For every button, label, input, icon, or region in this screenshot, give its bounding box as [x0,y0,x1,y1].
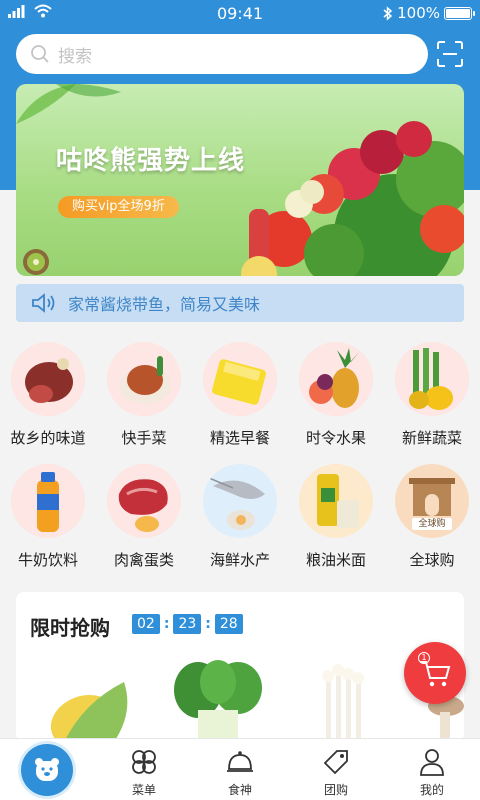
oil-rice-icon [299,464,373,538]
ham-icon [11,342,85,416]
flash-sale-title: 限时抢购 [30,616,110,640]
category-grain-oil[interactable]: 粮油米面 [288,464,384,570]
speaker-icon [32,293,55,313]
timer-hours: 02 [132,614,160,634]
braised-dish-icon [107,342,181,416]
category-hometown[interactable]: 故乡的味道 [0,342,96,448]
notice-text: 家常酱烧带鱼，简易又美味 [68,295,261,314]
category-label: 新鲜蔬菜 [401,429,462,447]
search-input[interactable]: 搜索 [16,34,428,74]
search-icon [31,45,49,63]
tab-menu[interactable]: 菜单 [96,739,192,800]
promo-banner[interactable]: 咕咚熊强势上线 购买vip全场9折 [16,84,464,276]
category-label: 故乡的味道 [10,429,86,447]
countdown-timer: 02 : 23 : 28 [132,614,243,634]
tab-label: 食神 [227,783,252,797]
category-quick-dishes[interactable]: 快手菜 [96,342,192,448]
category-label: 海鲜水产 [209,551,270,569]
category-label: 快手菜 [121,429,167,447]
leaf-decoration-icon [16,84,121,124]
timer-seconds: 28 [214,614,243,634]
scan-icon[interactable] [436,40,464,68]
vegetables-illustration [241,121,464,276]
cart-count-badge: 1 [418,652,430,664]
category-label: 肉禽蛋类 [113,551,174,569]
home-bear-button[interactable] [21,744,73,796]
tab-profile[interactable]: 我的 [384,739,480,800]
user-icon [420,749,444,776]
bluetooth-icon [383,5,393,21]
category-seasonal-fruit[interactable]: 时令水果 [288,342,384,448]
kiwi-icon [23,249,49,275]
mushroom-product-image[interactable] [296,658,396,742]
meat-icon [107,464,181,538]
cloche-icon [227,751,253,772]
tab-group-buy[interactable]: 团购 [288,739,384,800]
drink-bottle-icon [11,464,85,538]
category-label: 精选早餐 [209,429,270,447]
category-fresh-vegetables[interactable]: 新鲜蔬菜 [384,342,480,448]
arch-landmark-icon: 全球购 [395,464,469,538]
category-meat-eggs[interactable]: 肉禽蛋类 [96,464,192,570]
tab-label: 菜单 [131,783,156,797]
category-seafood[interactable]: 海鲜水产 [192,464,288,570]
global-shopping-badge: 全球购 [412,518,452,530]
timer-separator: : [163,616,170,632]
category-milk-drinks[interactable]: 牛奶饮料 [0,464,96,570]
tab-chef[interactable]: 食神 [192,739,288,800]
status-bar: 09:41 100% [0,0,480,28]
menu-clover-icon [132,750,156,774]
pineapple-icon [299,342,373,416]
battery-icon [444,6,475,20]
category-label: 时令水果 [305,429,366,447]
timer-minutes: 23 [173,614,202,634]
tab-label: 团购 [323,783,348,797]
category-label: 牛奶饮料 [17,551,78,569]
notice-bar[interactable]: 家常酱烧带鱼，简易又美味 [16,284,464,322]
category-breakfast[interactable]: 精选早餐 [192,342,288,448]
search-row: 搜索 [16,34,464,74]
category-global-shopping[interactable]: 全球购 全球购 [384,464,480,570]
bear-icon [35,758,59,781]
tab-label: 我的 [419,783,444,797]
bok-choy-product-image[interactable] [158,660,278,742]
cart-button[interactable] [404,642,466,704]
category-label: 全球购 [409,551,455,569]
breakfast-icon [203,342,277,416]
battery-percent: 100% [397,4,440,22]
search-placeholder: 搜索 [58,46,92,67]
corn-product-image[interactable] [34,672,144,742]
banner-vip-tag[interactable]: 购买vip全场9折 [58,196,179,218]
timer-separator: : [205,616,211,632]
category-label: 粮油米面 [305,551,366,569]
vegetables-icon [395,342,469,416]
shrimp-icon [203,464,277,538]
flash-sale-section: 限时抢购 02 : 23 : 28 [16,592,464,742]
status-right: 100% [383,4,475,22]
tag-icon [323,750,348,775]
